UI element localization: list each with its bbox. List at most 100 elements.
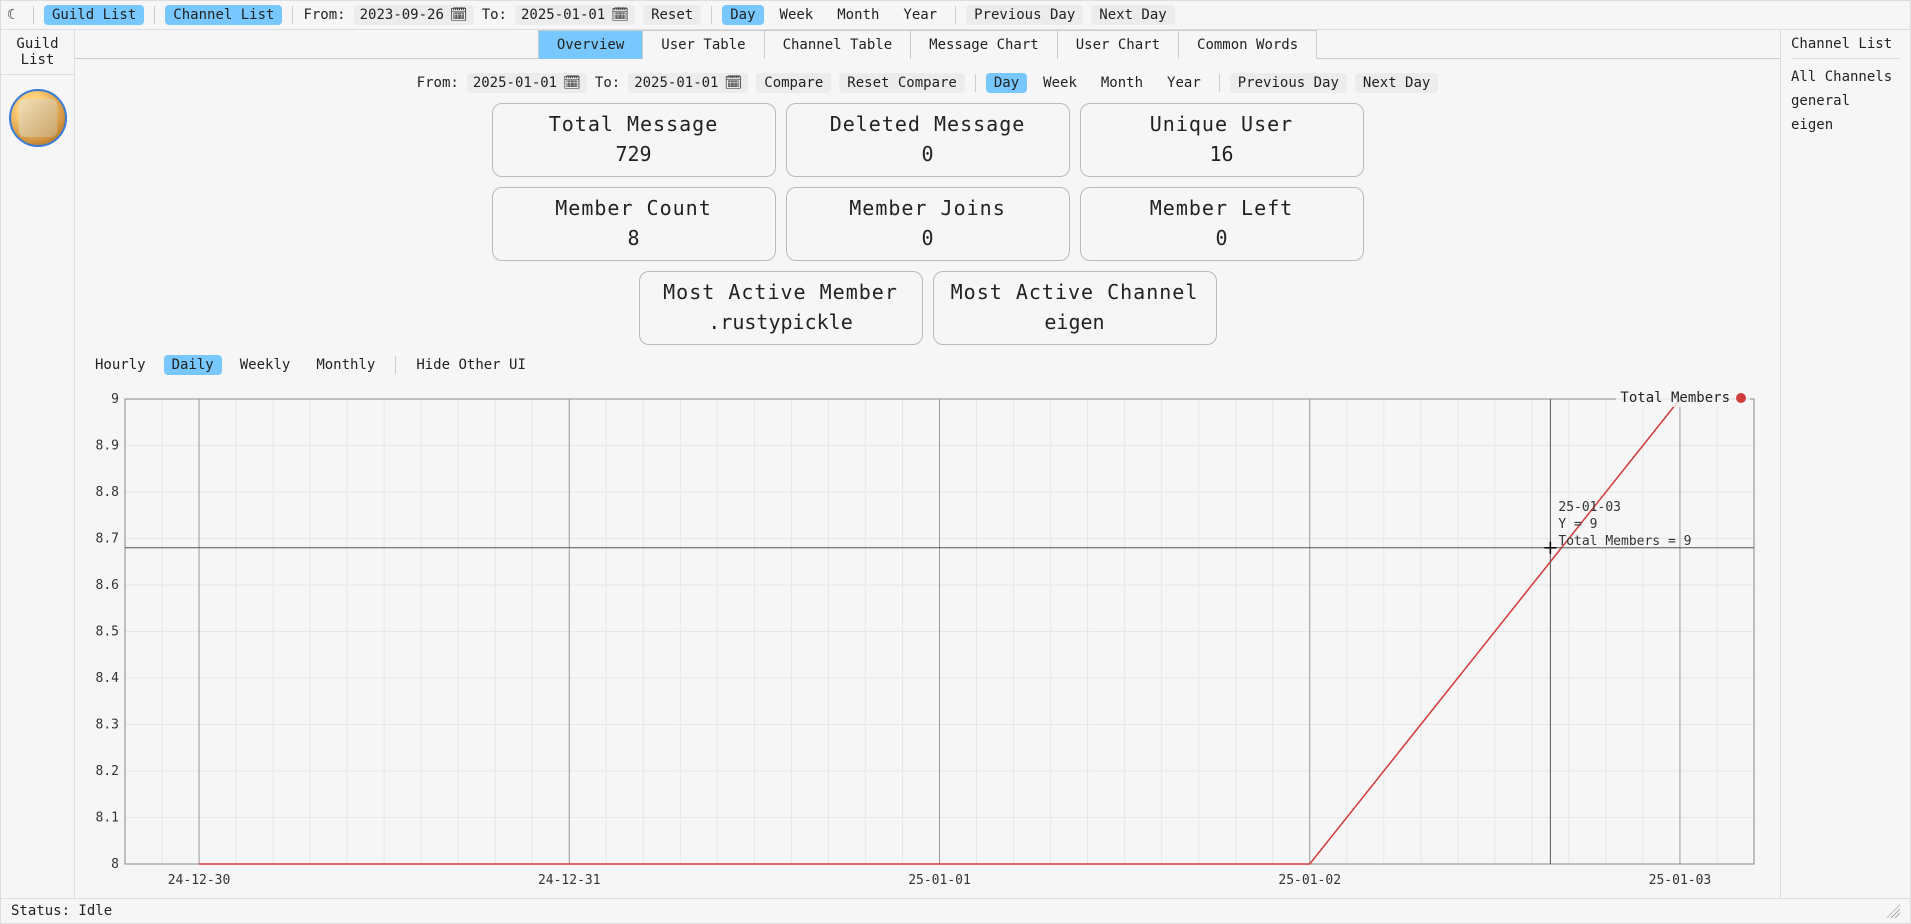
compare-range-week[interactable]: Week <box>1035 73 1085 93</box>
stat-label: Member Left <box>1091 196 1353 220</box>
stat-member-left: Member Left 0 <box>1080 187 1364 261</box>
theme-toggle-icon[interactable]: ☾ <box>7 7 23 23</box>
stat-label: Deleted Message <box>797 112 1059 136</box>
to-label: To: <box>482 7 507 23</box>
svg-text:8.8: 8.8 <box>96 485 119 500</box>
stat-total-message: Total Message 729 <box>492 103 776 177</box>
stat-label: Member Joins <box>797 196 1059 220</box>
channel-item-all[interactable]: All Channels <box>1791 65 1900 89</box>
status-bar: Status: Idle <box>1 898 1910 923</box>
stat-member-joins: Member Joins 0 <box>786 187 1070 261</box>
from-date-input[interactable]: 2023-09-26 🗓 <box>354 5 474 25</box>
channel-item-general[interactable]: general <box>1791 89 1900 113</box>
calendar-icon[interactable]: 🗓 <box>611 7 629 23</box>
svg-text:24-12-30: 24-12-30 <box>168 873 231 888</box>
channel-list-toggle[interactable]: Channel List <box>165 5 282 25</box>
chart-container[interactable]: 88.18.28.38.48.58.68.78.88.9924-12-3024-… <box>85 381 1770 898</box>
resize-grip-icon[interactable] <box>1886 904 1900 918</box>
compare-range-day[interactable]: Day <box>986 73 1027 93</box>
chart-granularity-toolbar: Hourly Daily Weekly Monthly Hide Other U… <box>75 345 1780 381</box>
next-day-button[interactable]: Next Day <box>1091 5 1174 25</box>
channel-item-eigen[interactable]: eigen <box>1791 113 1900 137</box>
compare-from-label: From: <box>417 75 459 91</box>
compare-from-date-input[interactable]: 2025-01-01 🗓 <box>467 73 587 93</box>
calendar-icon[interactable]: 🗓 <box>724 75 742 91</box>
stat-value: 16 <box>1091 142 1353 166</box>
members-chart[interactable]: 88.18.28.38.48.58.68.78.88.9924-12-3024-… <box>85 381 1770 898</box>
separator <box>395 356 396 374</box>
stat-value: 8 <box>503 226 765 250</box>
separator <box>33 6 34 24</box>
compare-to-date-input[interactable]: 2025-01-01 🗓 <box>628 73 748 93</box>
chart-hover-tooltip: 25-01-03 Y = 9 Total Members = 9 <box>1558 500 1691 551</box>
tab-overview[interactable]: Overview <box>538 30 643 59</box>
separator <box>1219 74 1220 92</box>
granularity-daily[interactable]: Daily <box>164 355 222 375</box>
stat-label: Most Active Member <box>650 280 912 304</box>
svg-text:8.6: 8.6 <box>96 578 119 593</box>
svg-text:8: 8 <box>111 857 119 872</box>
compare-to-value: 2025-01-01 <box>634 75 718 91</box>
overview-stats: Total Message 729 Deleted Message 0 Uniq… <box>75 103 1780 345</box>
stat-unique-user: Unique User 16 <box>1080 103 1364 177</box>
range-day[interactable]: Day <box>722 5 763 25</box>
svg-text:8.5: 8.5 <box>96 625 119 640</box>
svg-text:25-01-02: 25-01-02 <box>1278 873 1341 888</box>
previous-day-button[interactable]: Previous Day <box>966 5 1083 25</box>
compare-range-month[interactable]: Month <box>1093 73 1151 93</box>
status-text: Status: Idle <box>11 903 112 919</box>
tab-common-words[interactable]: Common Words <box>1179 30 1317 59</box>
tab-user-table[interactable]: User Table <box>643 30 764 59</box>
separator <box>154 6 155 24</box>
stat-label: Most Active Channel <box>944 280 1206 304</box>
hide-other-ui-button[interactable]: Hide Other UI <box>408 355 534 375</box>
stat-value: 0 <box>797 142 1059 166</box>
range-month[interactable]: Month <box>829 5 887 25</box>
svg-text:8.4: 8.4 <box>96 671 120 686</box>
reset-button[interactable]: Reset <box>643 5 701 25</box>
svg-text:8.3: 8.3 <box>96 718 119 733</box>
tab-message-chart[interactable]: Message Chart <box>911 30 1058 59</box>
guild-avatar[interactable] <box>9 89 67 147</box>
calendar-icon[interactable]: 🗓 <box>450 7 468 23</box>
compare-range-year[interactable]: Year <box>1159 73 1209 93</box>
center-area: Overview User Table Channel Table Messag… <box>75 30 1780 898</box>
reset-compare-button[interactable]: Reset Compare <box>839 73 965 93</box>
svg-text:24-12-31: 24-12-31 <box>538 873 601 888</box>
tab-channel-table[interactable]: Channel Table <box>765 30 912 59</box>
stat-member-count: Member Count 8 <box>492 187 776 261</box>
separator <box>975 74 976 92</box>
stat-most-active-member: Most Active Member .rustypickle <box>639 271 923 345</box>
channel-list-title: Channel List <box>1791 36 1900 59</box>
compare-from-value: 2025-01-01 <box>473 75 557 91</box>
compare-to-label: To: <box>595 75 620 91</box>
chart-legend: Total Members <box>1616 389 1750 407</box>
to-date-value: 2025-01-01 <box>521 7 605 23</box>
svg-text:9: 9 <box>111 392 119 407</box>
stat-label: Unique User <box>1091 112 1353 136</box>
granularity-monthly[interactable]: Monthly <box>308 355 383 375</box>
stat-value: 0 <box>797 226 1059 250</box>
separator <box>711 6 712 24</box>
svg-text:8.9: 8.9 <box>96 439 119 454</box>
calendar-icon[interactable]: 🗓 <box>563 75 581 91</box>
top-toolbar: ☾ Guild List Channel List From: 2023-09-… <box>1 1 1910 30</box>
guild-list-toggle[interactable]: Guild List <box>44 5 144 25</box>
tab-user-chart[interactable]: User Chart <box>1058 30 1179 59</box>
separator <box>955 6 956 24</box>
guild-list-panel: Guild List <box>1 30 75 898</box>
range-year[interactable]: Year <box>895 5 945 25</box>
stat-label: Total Message <box>503 112 765 136</box>
granularity-weekly[interactable]: Weekly <box>232 355 299 375</box>
legend-marker-icon <box>1736 393 1746 403</box>
compare-previous-day-button[interactable]: Previous Day <box>1230 73 1347 93</box>
granularity-hourly[interactable]: Hourly <box>87 355 154 375</box>
to-date-input[interactable]: 2025-01-01 🗓 <box>515 5 635 25</box>
compare-button[interactable]: Compare <box>756 73 831 93</box>
legend-label: Total Members <box>1620 390 1730 406</box>
svg-text:25-01-01: 25-01-01 <box>908 873 971 888</box>
range-week[interactable]: Week <box>772 5 822 25</box>
stat-deleted-message: Deleted Message 0 <box>786 103 1070 177</box>
compare-next-day-button[interactable]: Next Day <box>1355 73 1438 93</box>
stat-value: 0 <box>1091 226 1353 250</box>
